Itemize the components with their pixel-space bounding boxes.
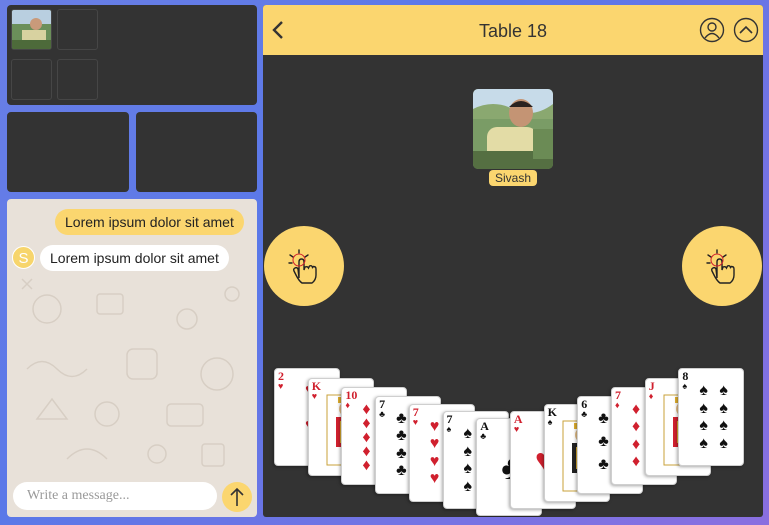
chat-message-mine: Lorem ipsum dolor sit amet	[55, 209, 244, 235]
diamonds-suit-icon: ♦	[648, 390, 654, 401]
chevron-left-icon[interactable]	[267, 17, 293, 43]
player-photo	[473, 89, 553, 169]
chat-panel: Lorem ipsum dolor sit amet S Lorem ipsum…	[7, 199, 257, 517]
thumbnail-slot-1[interactable]	[11, 9, 52, 50]
thumbnail-slot-2[interactable]	[57, 9, 98, 50]
card-rank: 7	[379, 396, 386, 411]
tap-hand-icon	[706, 249, 735, 284]
player-avatar[interactable]	[473, 89, 553, 169]
hearts-suit-icon: ♥	[278, 381, 284, 391]
spades-suit-icon: ♠	[446, 424, 452, 435]
playing-card[interactable]: 8 ♠ ♠ ♠ ♠ ♠ ♠ ♠ ♠ ♠	[678, 368, 745, 466]
hearts-suit-icon: ♥	[311, 390, 318, 401]
spades-suit-icon: ♠	[547, 416, 553, 427]
arrow-up-icon	[230, 487, 244, 506]
send-button[interactable]	[222, 482, 252, 512]
message-input[interactable]	[13, 482, 217, 510]
hearts-suit-icon: ♥	[412, 416, 419, 427]
empty-panel-right	[136, 112, 257, 192]
hearts-suit-icon: ♥	[513, 424, 520, 435]
chat-message-other: Lorem ipsum dolor sit amet	[40, 245, 229, 271]
clubs-suit-icon: ♣	[480, 431, 487, 441]
chat-avatar: S	[12, 246, 35, 269]
player-thumbnails-panel	[7, 5, 257, 105]
diamonds-suit-icon: ♦	[615, 399, 620, 410]
diamonds-suit-icon: ♦	[345, 399, 350, 410]
player-name-tag: Sivash	[489, 170, 537, 186]
table-title: Table 18	[478, 21, 548, 41]
game-table: Table 18 Sivash 2 ♥ K ♥ 10 ♦ ♦ ♦ ♦ ♦ ♦ 7…	[263, 5, 763, 517]
card-rank: 6	[581, 396, 588, 411]
table-header: Table 18	[263, 5, 763, 55]
thumbnail-slot-3[interactable]	[11, 59, 52, 100]
clubs-suit-icon: ♣	[581, 408, 588, 419]
tap-hand-icon	[288, 249, 317, 284]
card-rank: K	[547, 404, 557, 419]
thumbnail-slot-4[interactable]	[57, 59, 98, 100]
card-rank: K	[311, 378, 322, 393]
chevron-up-circle-icon[interactable]	[733, 17, 759, 43]
user-circle-icon[interactable]	[699, 17, 725, 43]
tap-button-left[interactable]	[264, 226, 344, 306]
spades-suit-icon: ♠	[682, 381, 688, 391]
player-thumbnail-photo	[12, 10, 51, 49]
tap-button-right[interactable]	[682, 226, 762, 306]
card-rank: J	[648, 378, 655, 393]
card-rank: 7	[412, 404, 419, 419]
clubs-suit-icon: ♣	[379, 408, 385, 419]
empty-panel-left	[7, 112, 129, 192]
card-face: ♠ ♠ ♠ ♠ ♠ ♠ ♠ ♠	[699, 382, 728, 452]
